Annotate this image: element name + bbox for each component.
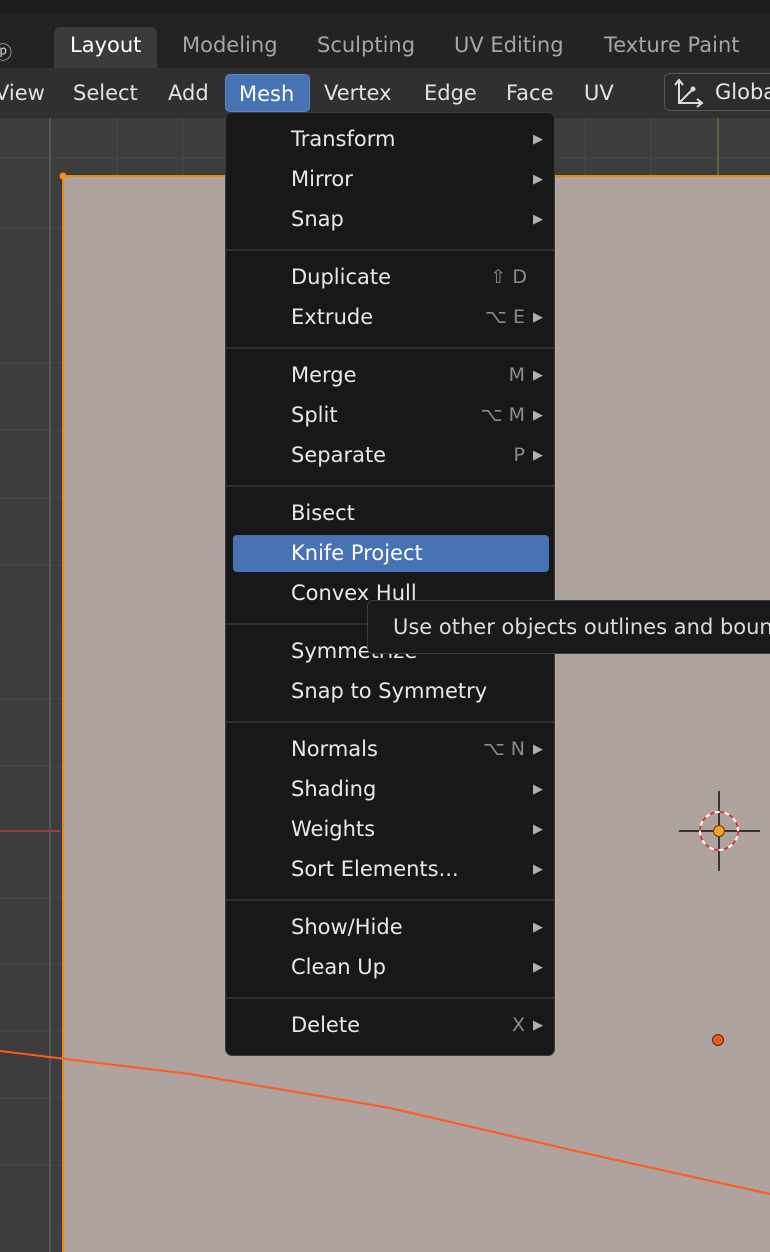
menu-separator	[226, 485, 554, 487]
menu-item-label: Knife Project	[291, 541, 423, 565]
menu-item-duplicate[interactable]: Duplicate ⇧ D	[233, 259, 549, 296]
submenu-arrow-icon: ▶	[533, 448, 543, 463]
workspace-tab-bar: ⓟ Layout Modeling Sculpting UV Editing T…	[0, 14, 770, 68]
menu-item-shortcut: ⌥ E	[485, 306, 525, 328]
menu-item-shortcut: ⌥ N	[482, 738, 525, 760]
menu-face[interactable]: Face	[506, 74, 554, 112]
menu-item-knife-project[interactable]: Knife Project	[233, 535, 549, 572]
menu-item-label: Weights	[291, 817, 376, 841]
submenu-arrow-icon: ▶	[533, 822, 543, 837]
menu-item-extrude[interactable]: Extrude ⌥ E ▶	[233, 299, 549, 336]
menu-item-snap[interactable]: Snap ▶	[233, 201, 549, 238]
menu-item-shortcut: X	[511, 1014, 525, 1036]
menu-item-label: Separate	[291, 443, 387, 467]
submenu-arrow-icon: ▶	[533, 408, 543, 423]
window-title-bar	[0, 0, 770, 14]
submenu-arrow-icon: ▶	[533, 960, 543, 975]
menu-item-label: Snap to Symmetry	[291, 679, 488, 703]
menu-vertex[interactable]: Vertex	[324, 74, 392, 112]
menu-separator	[226, 899, 554, 901]
menu-item-label: Bisect	[291, 501, 355, 525]
menu-item-shading[interactable]: Shading ▶	[233, 771, 549, 808]
tab-modeling[interactable]: Modeling	[182, 27, 278, 63]
menu-item-shortcut: M	[508, 364, 525, 386]
menu-edge[interactable]: Edge	[424, 74, 477, 112]
menu-item-shortcut: ⇧ D	[490, 266, 527, 288]
menu-separator	[226, 249, 554, 251]
submenu-arrow-icon: ▶	[533, 132, 543, 147]
menu-uv[interactable]: UV	[584, 74, 614, 112]
menu-item-sort-elements[interactable]: Sort Elements... ▶	[233, 851, 549, 888]
menu-item-label: Snap	[291, 207, 344, 231]
menu-item-merge[interactable]: Merge M ▶	[233, 357, 549, 394]
knife-project-tooltip: Use other objects outlines and boundarie…	[367, 600, 770, 654]
transform-orientation-icon	[673, 77, 705, 113]
menu-item-label: Transform	[291, 127, 396, 151]
menu-item-shortcut: ⌥ M	[480, 404, 525, 426]
mesh-vertex	[59, 172, 67, 180]
menu-item-show-hide[interactable]: Show/Hide ▶	[233, 909, 549, 946]
menu-item-label: Duplicate	[291, 265, 392, 289]
submenu-arrow-icon: ▶	[533, 1018, 543, 1033]
menu-item-clean-up[interactable]: Clean Up ▶	[233, 949, 549, 986]
menu-item-shortcut: P	[513, 444, 525, 466]
menu-item-label: Shading	[291, 777, 377, 801]
tab-uv-editing[interactable]: UV Editing	[454, 27, 564, 63]
tab-layout[interactable]: Layout	[54, 27, 158, 68]
menu-item-label: Merge	[291, 363, 357, 387]
menu-item-transform[interactable]: Transform ▶	[233, 121, 549, 158]
submenu-arrow-icon: ▶	[533, 920, 543, 935]
menu-item-weights[interactable]: Weights ▶	[233, 811, 549, 848]
menu-item-label: Mirror	[291, 167, 353, 191]
menu-item-label: Sort Elements...	[291, 857, 459, 881]
app-menu-stub[interactable]: ⓟ	[0, 39, 12, 65]
submenu-arrow-icon: ▶	[533, 742, 543, 757]
menu-item-label: Split	[291, 403, 338, 427]
menu-separator	[226, 347, 554, 349]
menu-item-split[interactable]: Split ⌥ M ▶	[233, 397, 549, 434]
menu-item-label: Show/Hide	[291, 915, 403, 939]
submenu-arrow-icon: ▶	[533, 172, 543, 187]
submenu-arrow-icon: ▶	[533, 310, 543, 325]
submenu-arrow-icon: ▶	[533, 782, 543, 797]
menu-item-label: Normals	[291, 737, 378, 761]
viewport-header: View Select Add Mesh Vertex Edge Face UV…	[0, 68, 770, 118]
menu-separator	[226, 997, 554, 999]
menu-item-label: Extrude	[291, 305, 374, 329]
menu-item-separate[interactable]: Separate P ▶	[233, 437, 549, 474]
tooltip-text: Use other objects outlines and boundarie…	[393, 615, 770, 639]
menu-item-bisect[interactable]: Bisect	[233, 495, 549, 532]
submenu-arrow-icon: ▶	[533, 862, 543, 877]
menu-separator	[226, 721, 554, 723]
menu-item-delete[interactable]: Delete X ▶	[233, 1007, 549, 1044]
object-origin-point	[712, 1034, 724, 1046]
menu-view[interactable]: View	[0, 74, 45, 112]
mesh-menu-dropdown: Transform ▶ Mirror ▶ Snap ▶ Duplicate ⇧ …	[225, 112, 555, 1056]
submenu-arrow-icon: ▶	[533, 368, 543, 383]
menu-item-snap-to-symmetry[interactable]: Snap to Symmetry	[233, 673, 549, 710]
menu-mesh[interactable]: Mesh	[225, 74, 310, 112]
transform-orientation-dropdown[interactable]: Global	[664, 73, 770, 111]
tab-texture-paint[interactable]: Texture Paint	[604, 27, 740, 63]
tab-sculpting[interactable]: Sculpting	[317, 27, 415, 63]
menu-item-normals[interactable]: Normals ⌥ N ▶	[233, 731, 549, 768]
transform-orientation-label: Global	[715, 80, 770, 104]
menu-add[interactable]: Add	[168, 74, 209, 112]
menu-item-label: Delete	[291, 1013, 360, 1037]
menu-select[interactable]: Select	[73, 74, 138, 112]
menu-item-mirror[interactable]: Mirror ▶	[233, 161, 549, 198]
menu-item-label: Clean Up	[291, 955, 386, 979]
submenu-arrow-icon: ▶	[533, 212, 543, 227]
